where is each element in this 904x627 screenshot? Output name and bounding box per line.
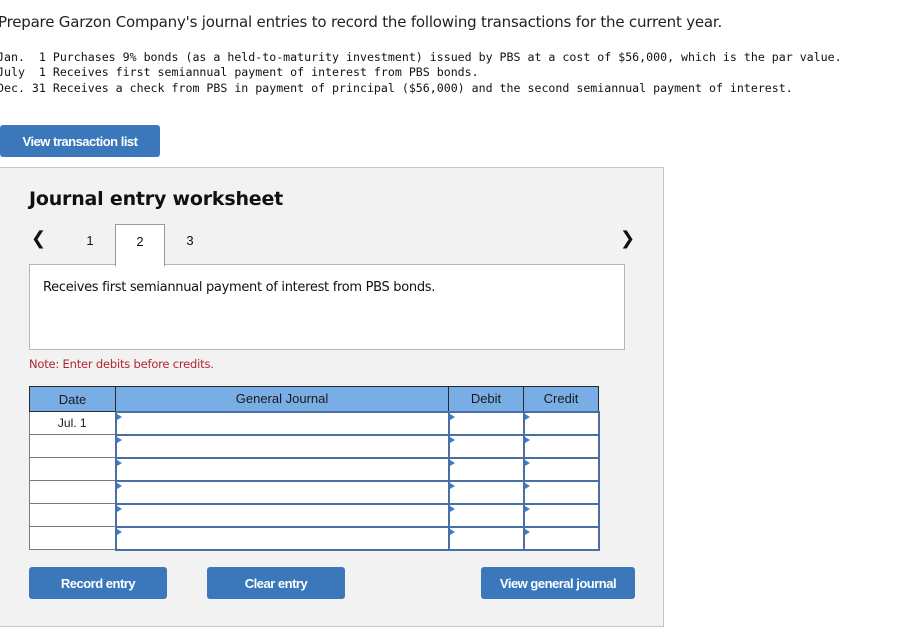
table-row	[29, 433, 600, 459]
dropdown-indicator-icon	[524, 505, 530, 512]
credit-cell	[522, 410, 600, 436]
account-input[interactable]	[116, 458, 448, 480]
debit-cell	[447, 433, 525, 459]
worksheet-title: Journal entry worksheet	[29, 188, 284, 210]
credit-cell	[522, 525, 600, 551]
dropdown-indicator-icon	[524, 482, 530, 489]
chevron-left-icon[interactable]: ❮	[31, 228, 46, 249]
debit-input[interactable]	[449, 481, 523, 503]
date-cell	[29, 434, 116, 458]
credit-cell	[522, 456, 600, 482]
header-credit: Credit	[523, 386, 599, 412]
credit-input[interactable]	[524, 481, 598, 503]
dropdown-indicator-icon	[116, 436, 122, 443]
account-cell	[114, 456, 450, 482]
tab-2[interactable]: 2	[115, 224, 165, 266]
date-cell	[29, 526, 116, 550]
credit-cell	[522, 433, 600, 459]
transaction-description: Receives first semiannual payment of int…	[43, 280, 436, 295]
debit-cell	[447, 456, 525, 482]
note-text: Note: Enter debits before credits.	[29, 357, 214, 371]
journal-table: Date General Journal Debit Credit Jul. 1	[29, 386, 600, 551]
date-cell	[29, 457, 116, 481]
debit-input[interactable]	[449, 435, 523, 457]
dropdown-indicator-icon	[116, 413, 122, 420]
transaction-list: Jan. 1 Purchases 9% bonds (as a held-to-…	[0, 50, 842, 96]
dropdown-indicator-icon	[449, 436, 455, 443]
transaction-description-box: Receives first semiannual payment of int…	[29, 264, 625, 350]
view-general-journal-button[interactable]: View general journal	[481, 567, 635, 599]
journal-entry-worksheet: Journal entry worksheet ❮ 1 2 3 ❯ Receiv…	[0, 167, 664, 627]
credit-input[interactable]	[524, 504, 598, 526]
credit-input[interactable]	[524, 412, 598, 434]
view-transaction-list-button[interactable]: View transaction list	[0, 125, 160, 157]
dropdown-indicator-icon	[449, 482, 455, 489]
transaction-line: Jan. 1 Purchases 9% bonds (as a held-to-…	[0, 50, 842, 64]
chevron-right-icon[interactable]: ❯	[620, 228, 635, 249]
dropdown-indicator-icon	[524, 459, 530, 466]
debit-cell	[447, 479, 525, 505]
table-row	[29, 502, 600, 528]
account-input[interactable]	[116, 504, 448, 526]
date-cell	[29, 503, 116, 527]
debit-cell	[447, 502, 525, 528]
dropdown-indicator-icon	[449, 413, 455, 420]
dropdown-indicator-icon	[524, 413, 530, 420]
account-cell	[114, 410, 450, 436]
account-cell	[114, 479, 450, 505]
debit-input[interactable]	[449, 458, 523, 480]
header-debit: Debit	[448, 386, 524, 412]
tab-label: 1	[86, 233, 94, 248]
credit-cell	[522, 502, 600, 528]
table-header-row: Date General Journal Debit Credit	[29, 386, 599, 412]
instructions-text: Prepare Garzon Company's journal entries…	[0, 13, 723, 31]
debit-input[interactable]	[449, 527, 523, 549]
account-input[interactable]	[116, 527, 448, 549]
dropdown-indicator-icon	[116, 482, 122, 489]
debit-cell	[447, 525, 525, 551]
account-cell	[114, 525, 450, 551]
tab-3[interactable]: 3	[165, 224, 215, 265]
dropdown-indicator-icon	[449, 505, 455, 512]
header-date: Date	[29, 386, 116, 412]
date-cell: Jul. 1	[29, 411, 116, 435]
dropdown-indicator-icon	[524, 436, 530, 443]
table-row	[29, 525, 600, 551]
account-input[interactable]	[116, 412, 448, 434]
credit-input[interactable]	[524, 527, 598, 549]
date-cell	[29, 480, 116, 504]
table-row: Jul. 1	[29, 410, 600, 436]
credit-input[interactable]	[524, 435, 598, 457]
table-row	[29, 479, 600, 505]
credit-cell	[522, 479, 600, 505]
tab-label: 2	[136, 234, 144, 249]
tab-1[interactable]: 1	[65, 224, 115, 265]
record-entry-button[interactable]: Record entry	[29, 567, 167, 599]
debit-input[interactable]	[449, 412, 523, 434]
dropdown-indicator-icon	[449, 528, 455, 535]
dropdown-indicator-icon	[116, 505, 122, 512]
table-row	[29, 456, 600, 482]
dropdown-indicator-icon	[116, 528, 122, 535]
header-general-journal: General Journal	[115, 386, 449, 412]
debit-cell	[447, 410, 525, 436]
dropdown-indicator-icon	[524, 528, 530, 535]
account-input[interactable]	[116, 481, 448, 503]
credit-input[interactable]	[524, 458, 598, 480]
tab-label: 3	[186, 233, 194, 248]
debit-input[interactable]	[449, 504, 523, 526]
dropdown-indicator-icon	[116, 459, 122, 466]
account-input[interactable]	[116, 435, 448, 457]
account-cell	[114, 433, 450, 459]
clear-entry-button[interactable]: Clear entry	[207, 567, 345, 599]
transaction-line: July 1 Receives first semiannual payment…	[0, 65, 479, 80]
dropdown-indicator-icon	[449, 459, 455, 466]
account-cell	[114, 502, 450, 528]
transaction-line: Dec. 31 Receives a check from PBS in pay…	[0, 80, 793, 95]
